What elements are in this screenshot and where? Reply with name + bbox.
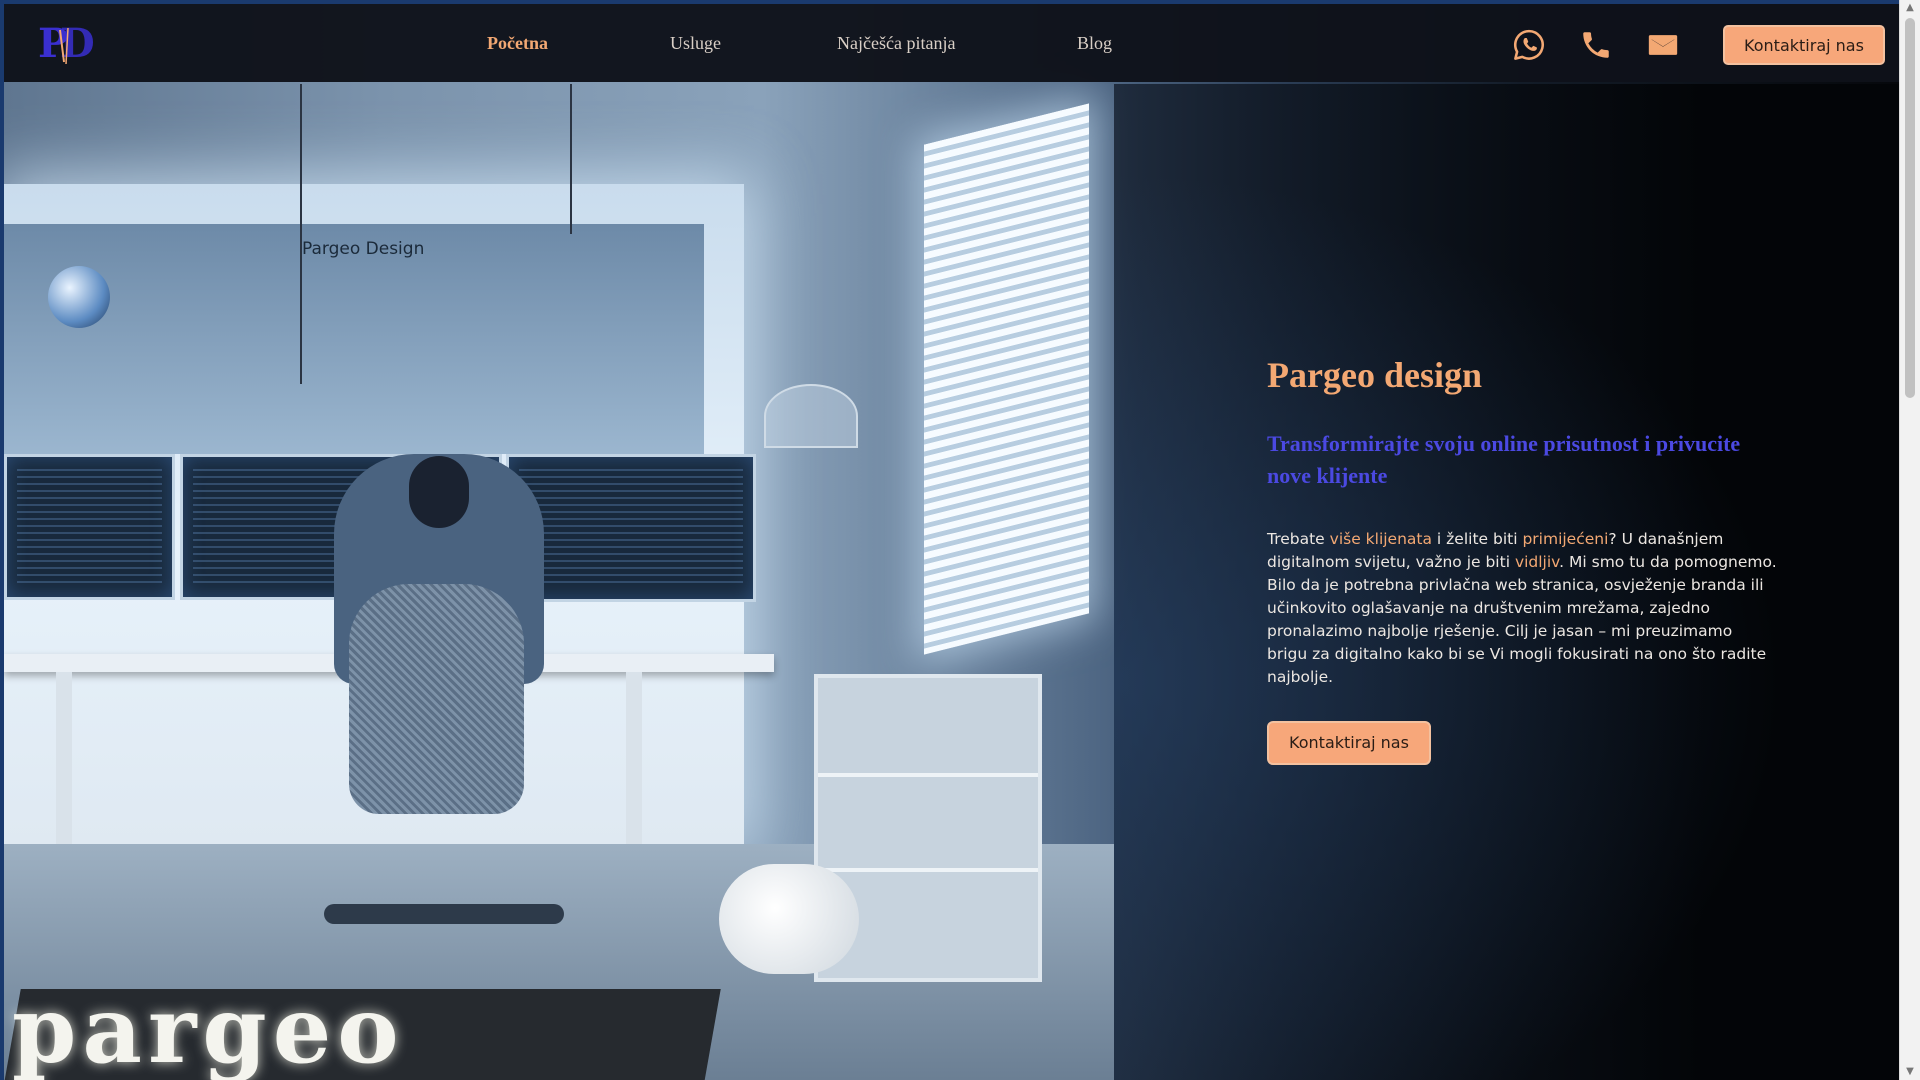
hero-content: Pargeo design Transformirajte svoju onli…	[1267, 354, 1777, 765]
rug-logo-text: pargeo	[12, 976, 405, 1080]
para-highlight: više klijenata	[1329, 530, 1432, 548]
phone-icon[interactable]	[1579, 28, 1613, 62]
nav-contact-button[interactable]: Kontaktiraj nas	[1723, 25, 1885, 65]
scroll-down-icon[interactable]: ▼	[1900, 1064, 1920, 1080]
email-icon[interactable]	[1646, 28, 1680, 62]
nav-link-pocetna[interactable]: Početna	[487, 4, 548, 82]
chair-base	[324, 904, 564, 924]
hero-contact-button[interactable]: Kontaktiraj nas	[1267, 721, 1431, 765]
nav-link-usluge[interactable]: Usluge	[670, 4, 721, 82]
hero-globe-graphic	[48, 266, 110, 328]
para-text: Trebate	[1267, 530, 1330, 548]
scrollbar-thumb[interactable]	[1905, 18, 1915, 398]
pendant-lamp	[764, 384, 858, 448]
whatsapp-icon[interactable]	[1512, 28, 1546, 62]
office-chair	[349, 584, 524, 814]
para-text: i želite biti	[1432, 530, 1523, 548]
page-frame: Pargeo Design pargeo P D Početna Usluge …	[4, 4, 1900, 1080]
navbar: P D Početna Usluge Najčešća pitanja Blog…	[4, 4, 1900, 82]
hero-subtitle: Transformirajte svoju online prisutnost …	[1267, 431, 1741, 488]
logo-accent-strokes	[59, 27, 69, 65]
person-head	[409, 456, 469, 528]
pendant-wire	[300, 84, 302, 384]
para-text: . Mi smo tu da pomognemo. Bilo da je pot…	[1267, 553, 1777, 686]
page-scrollbar[interactable]: ▲ ▼	[1899, 0, 1920, 1080]
pendant-wire	[570, 84, 572, 234]
dog-figure	[719, 864, 859, 974]
hero-board-text: Pargeo Design	[302, 239, 425, 259]
para-highlight: primijećeni	[1522, 530, 1609, 548]
para-highlight: vidljiv	[1514, 553, 1560, 571]
logo[interactable]: P D	[38, 22, 98, 66]
scroll-up-icon[interactable]: ▲	[1900, 0, 1920, 16]
hero-title: Pargeo design	[1267, 355, 1482, 395]
hero-paragraph: Trebate više klijenata i želite biti pri…	[1267, 528, 1777, 689]
nav-link-blog[interactable]: Blog	[1077, 4, 1112, 82]
monitor-left	[4, 454, 175, 600]
nav-link-faq[interactable]: Najčešća pitanja	[837, 4, 955, 82]
window-blinds	[924, 103, 1089, 655]
